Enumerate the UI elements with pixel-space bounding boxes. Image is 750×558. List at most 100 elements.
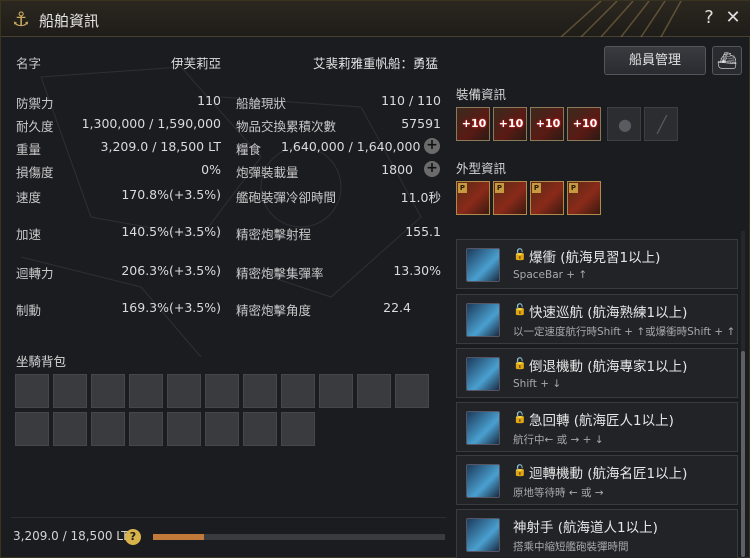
- add-ammo-button[interactable]: +: [424, 161, 440, 177]
- outfit-sail-icon[interactable]: P: [567, 181, 601, 215]
- lock-icon: 🔓: [513, 248, 527, 261]
- spin-skill-icon: [466, 464, 500, 498]
- enhance-level: +10: [572, 117, 598, 130]
- crew-empty-icon[interactable]: ●: [607, 107, 641, 141]
- skill-item[interactable]: 🔓 迴轉機動 (航海名匠1以上) 原地等待時 ← 或 →: [456, 455, 738, 505]
- stat-label-defense: 防禦力: [16, 96, 54, 111]
- stat-value-food: 1,640,000 / 1,640,000: [281, 139, 421, 154]
- stat-value-angle: 22.4: [383, 300, 411, 315]
- cargo-slot[interactable]: [281, 374, 315, 408]
- stat-label-cabin: 船艙現狀: [236, 96, 287, 111]
- ship-plating-icon[interactable]: +10: [493, 107, 527, 141]
- cargo-slot[interactable]: [243, 374, 277, 408]
- stat-value-range: 155.1: [405, 224, 441, 239]
- stat-value-weight: 3,209.0 / 18,500 LT: [100, 139, 221, 154]
- cargo-slot[interactable]: [53, 374, 87, 408]
- skill-scrollbar-thumb[interactable]: [741, 351, 745, 557]
- ship-figurehead-icon[interactable]: +10: [456, 107, 490, 141]
- skill-item[interactable]: 🔓 急回轉 (航海匠人1以上) 航行中← 或 → + ↓: [456, 402, 738, 452]
- skill-keys: SpaceBar + ↑: [513, 269, 588, 281]
- stat-label-braking: 制動: [16, 303, 42, 318]
- cargo-slot[interactable]: [357, 374, 391, 408]
- sharp-turn-skill-icon: [466, 411, 500, 445]
- equipment-title: 裝備資訊: [456, 87, 507, 102]
- cargo-weight-text: 3,209.0 / 18,500 LT: [13, 529, 129, 543]
- stat-value-durability: 1,300,000 / 1,590,000: [81, 116, 221, 131]
- cruise-skill-icon: [466, 303, 500, 337]
- skill-item[interactable]: 神射手 (航海道人1以上) 搭乘中縮短艦砲裝彈時間: [456, 509, 738, 558]
- skill-keys: 以一定速度航行時Shift + ↑或爆衝時Shift + ↑: [513, 326, 736, 338]
- anchor-icon: ⚓: [12, 7, 30, 31]
- skill-name: 神射手 (航海道人1以上): [513, 520, 658, 536]
- stat-label-weight: 重量: [16, 142, 42, 157]
- appearance-title: 外型資訊: [456, 161, 507, 176]
- stat-label-food: 糧食: [236, 142, 262, 157]
- cargo-slot[interactable]: [167, 374, 201, 408]
- window-title: 船舶資訊: [39, 12, 100, 30]
- outfit-ship-icon[interactable]: P: [456, 181, 490, 215]
- cargo-slot[interactable]: [91, 374, 125, 408]
- skill-keys: 航行中← 或 → + ↓: [513, 434, 604, 446]
- skill-list[interactable]: 🔓 爆衝 (航海見習1以上) SpaceBar + ↑ 🔓 快速巡航 (航海熟練…: [456, 231, 741, 558]
- cargo-weight-bar: [153, 534, 445, 540]
- skill-name: 迴轉機動 (航海名匠1以上): [529, 466, 688, 482]
- skill-item[interactable]: 🔓 爆衝 (航海見習1以上) SpaceBar + ↑: [456, 239, 738, 289]
- cargo-slot[interactable]: [205, 374, 239, 408]
- cargo-slot[interactable]: [129, 374, 163, 408]
- stat-value-defense: 110: [197, 93, 221, 108]
- lock-icon: 🔓: [513, 411, 527, 424]
- marksman-skill-icon: [466, 518, 500, 552]
- skill-keys: 原地等待時 ← 或 →: [513, 487, 604, 499]
- skill-name: 急回轉 (航海匠人1以上): [529, 413, 674, 429]
- title-decoration-icon: [561, 1, 682, 37]
- help-button[interactable]: ?: [699, 7, 719, 31]
- crew-manage-button[interactable]: 船員管理: [604, 46, 706, 75]
- burst-skill-icon: [466, 248, 500, 282]
- cargo-slot[interactable]: [129, 412, 163, 446]
- stat-label-durability: 耐久度: [16, 119, 54, 134]
- close-button[interactable]: ✕: [723, 7, 743, 31]
- ship-info-window: ⚓ 船舶資訊 ? ✕ 名字 伊芙莉亞 艾裴莉雅重帆船：勇猛 防禦力 110 耐久…: [0, 0, 750, 558]
- ship-cannon-icon[interactable]: +10: [530, 107, 564, 141]
- cargo-slot[interactable]: [53, 412, 87, 446]
- stat-label-reload: 艦砲裝彈冷卻時間: [236, 190, 337, 205]
- cargo-slot[interactable]: [205, 412, 239, 446]
- enhance-level: +10: [498, 117, 524, 130]
- ship-swap-icon[interactable]: ⛴: [712, 46, 742, 75]
- cargo-slot[interactable]: [15, 374, 49, 408]
- cargo-title: 坐騎背包: [16, 354, 67, 369]
- stat-value-cabin: 110 / 110: [381, 93, 441, 108]
- cargo-slot[interactable]: [281, 412, 315, 446]
- ship-name: 伊芙莉亞: [170, 56, 221, 71]
- stat-label-trade-count: 物品交換累積次數: [236, 119, 337, 134]
- lock-icon: 🔓: [513, 464, 527, 477]
- cargo-slot[interactable]: [395, 374, 429, 408]
- stat-label-damage: 損傷度: [16, 165, 54, 180]
- cargo-slot[interactable]: [319, 374, 353, 408]
- skill-item[interactable]: 🔓 快速巡航 (航海熟練1以上) 以一定速度航行時Shift + ↑或爆衝時Sh…: [456, 294, 738, 344]
- add-food-button[interactable]: +: [424, 138, 440, 154]
- ship-sail-icon[interactable]: +10: [567, 107, 601, 141]
- skill-scrollbar[interactable]: [741, 231, 745, 558]
- stat-label-acceleration: 加速: [16, 227, 42, 242]
- divider: [11, 517, 446, 518]
- cargo-slot[interactable]: [243, 412, 277, 446]
- stat-value-turning: 206.3%(+3.5%): [121, 263, 221, 278]
- skill-keys: Shift + ↓: [513, 378, 562, 390]
- skill-name: 爆衝 (航海見習1以上): [529, 250, 661, 266]
- fishing-rod-empty-icon[interactable]: ╱: [644, 107, 678, 141]
- lock-icon: 🔓: [513, 357, 527, 370]
- enhance-level: +10: [461, 117, 487, 130]
- outfit-figurehead-icon[interactable]: P: [493, 181, 527, 215]
- title-bar[interactable]: ⚓ 船舶資訊 ? ✕: [1, 1, 750, 37]
- cargo-slot[interactable]: [167, 412, 201, 446]
- skill-keys: 搭乘中縮短艦砲裝彈時間: [513, 541, 629, 553]
- cargo-slot[interactable]: [15, 412, 49, 446]
- outfit-cannon-icon[interactable]: P: [530, 181, 564, 215]
- skill-item[interactable]: 🔓 倒退機動 (航海專家1以上) Shift + ↓: [456, 348, 738, 398]
- stat-label-accuracy: 精密炮擊集彈率: [236, 266, 324, 281]
- cargo-slot[interactable]: [91, 412, 125, 446]
- reverse-skill-icon: [466, 357, 500, 391]
- weight-help-icon[interactable]: ?: [125, 529, 141, 545]
- ship-type: 艾裴莉雅重帆船：勇猛: [313, 56, 439, 71]
